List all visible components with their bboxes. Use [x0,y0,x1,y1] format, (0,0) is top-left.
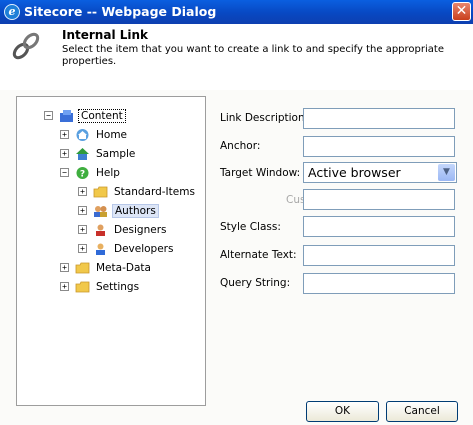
user-blue-icon [96,243,105,255]
expand-toggle[interactable]: + [60,282,69,291]
collapse-toggle[interactable]: − [44,111,53,120]
expand-toggle[interactable]: + [78,225,87,234]
home-icon [76,128,89,141]
tree-node-content[interactable]: − Content [44,107,126,124]
sample-house-icon [76,147,89,160]
tree-node-developers[interactable]: + Developers [78,240,175,257]
tree-label-settings[interactable]: Settings [94,281,141,293]
dialog-body: − Content + Home + Sample − ? Help + Sta… [0,90,473,425]
style-class-label: Style Class: [220,221,281,233]
tree-node-standard-items[interactable]: + Standard-Items [78,183,197,200]
anchor-input[interactable] [303,136,455,157]
window-title: Sitecore -- Webpage Dialog [24,4,217,19]
chevron-down-icon[interactable]: ▼ [438,164,455,181]
alternate-text-label: Alternate Text: [220,249,297,261]
link-chain-icon [12,32,40,60]
target-window-value: Active browser [308,165,401,180]
tree-label-meta-data[interactable]: Meta-Data [94,262,153,274]
tree-node-sample[interactable]: + Sample [60,145,137,162]
content-tree[interactable]: − Content + Home + Sample − ? Help + Sta… [16,96,206,406]
dialog-header: Internal Link Select the item that you w… [0,24,473,90]
style-class-input[interactable] [303,216,455,237]
expand-toggle[interactable]: + [60,263,69,272]
tree-node-meta-data[interactable]: + Meta-Data [60,259,153,276]
ie-icon: e [4,4,20,20]
query-string-input[interactable] [303,273,455,294]
close-button[interactable]: ✕ [452,2,471,21]
header-description: Select the item that you want to create … [62,44,444,67]
folder-icon [75,262,90,273]
help-icon: ? [76,166,89,179]
link-description-label: Link Description: [220,112,309,124]
query-string-label: Query String: [220,277,291,289]
tree-node-home[interactable]: + Home [60,126,129,143]
tree-node-help[interactable]: − ? Help [60,164,122,181]
tree-label-designers[interactable]: Designers [112,224,169,236]
custom-input[interactable] [303,189,455,210]
header-title: Internal Link [62,28,149,42]
tree-label-home[interactable]: Home [94,129,129,141]
link-description-input[interactable] [303,108,455,129]
link-properties-form: Link Description: Anchor: Target Window:… [220,90,473,390]
expand-toggle[interactable]: + [78,244,87,253]
ok-button[interactable]: OK [306,401,379,422]
tree-label-authors[interactable]: Authors [112,203,159,218]
tree-node-authors[interactable]: + Authors [78,202,159,219]
collapse-toggle[interactable]: − [60,168,69,177]
title-bar[interactable]: e Sitecore -- Webpage Dialog ✕ [0,0,473,24]
alternate-text-input[interactable] [303,245,455,266]
expand-toggle[interactable]: + [60,130,69,139]
tree-node-settings[interactable]: + Settings [60,278,141,295]
tree-label-standard-items[interactable]: Standard-Items [112,186,197,198]
tree-label-sample[interactable]: Sample [94,148,137,160]
anchor-label: Anchor: [220,140,261,152]
cancel-button[interactable]: Cancel [386,401,458,422]
users-icon [94,205,107,217]
target-window-select[interactable]: Active browser ▼ [303,162,457,183]
svg-text:?: ? [80,169,85,179]
target-window-label: Target Window: [220,167,301,179]
expand-toggle[interactable]: + [78,187,87,196]
dialog-window: e Sitecore -- Webpage Dialog ✕ Internal … [0,0,473,425]
folder-icon [75,281,90,292]
expand-toggle[interactable]: + [78,206,87,215]
tree-label-content[interactable]: Content [78,108,126,123]
user-red-icon [96,224,105,236]
tree-label-developers[interactable]: Developers [112,243,175,255]
folder-icon [93,186,108,197]
tree-label-help[interactable]: Help [94,167,122,179]
expand-toggle[interactable]: + [60,149,69,158]
tree-node-designers[interactable]: + Designers [78,221,169,238]
content-folder-icon [60,109,73,122]
